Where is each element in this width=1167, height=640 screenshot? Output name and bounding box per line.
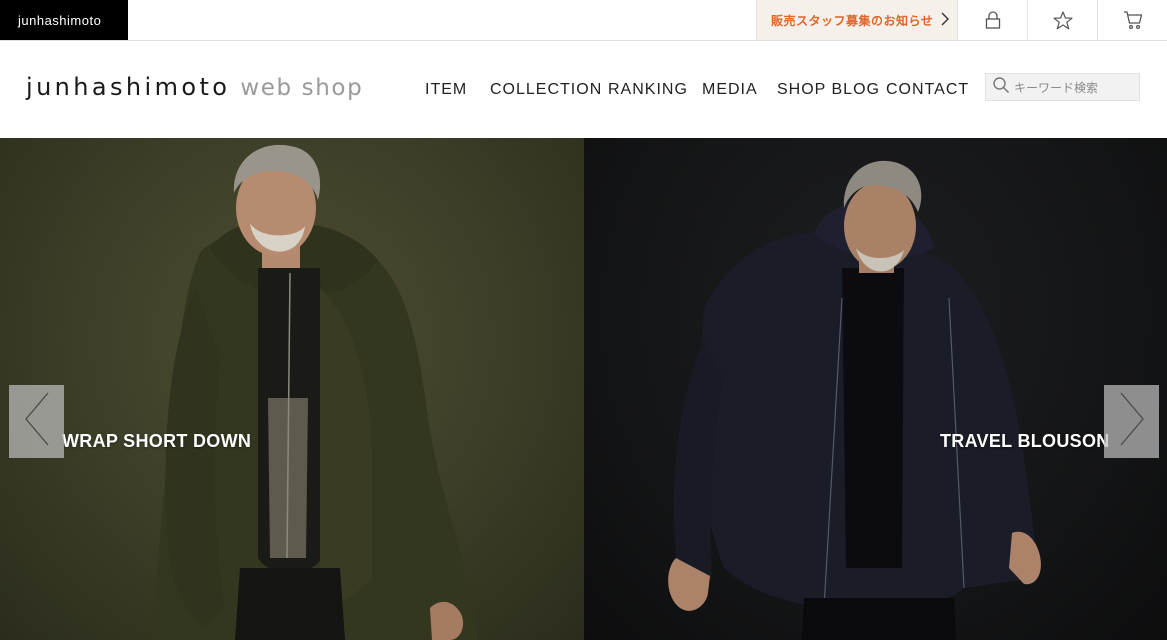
nav-item-media[interactable]: MEDIA — [702, 81, 758, 99]
hero-slide-title: TRAVEL BLOUSON — [940, 431, 1110, 451]
chevron-right-icon — [941, 12, 949, 29]
cart-icon — [1123, 10, 1143, 30]
star-icon — [1052, 10, 1073, 30]
nav-item-ranking[interactable]: RANKING — [608, 81, 688, 99]
model-photo-olive — [150, 144, 478, 640]
nav-item-collection[interactable]: COLLECTION — [490, 81, 602, 99]
search-icon — [992, 76, 1010, 99]
brand-tab-label: junhashimoto — [18, 12, 102, 28]
hero-slide-travel-blouson[interactable]: TRAVEL BLOUSON — [584, 138, 1167, 640]
recruit-notice-link[interactable]: 販売スタッフ募集のお知らせ — [756, 0, 957, 40]
cart-button[interactable] — [1097, 0, 1167, 40]
lock-icon — [985, 11, 1001, 29]
search-input[interactable]: キーワード検索 — [985, 73, 1140, 101]
favorites-button[interactable] — [1027, 0, 1097, 40]
nav-item-contact[interactable]: CONTACT — [886, 81, 969, 99]
chevron-left-icon — [23, 391, 51, 452]
carousel-next-button[interactable] — [1104, 385, 1159, 458]
nav-item-item[interactable]: ITEM — [425, 81, 467, 99]
hero-carousel: WRAP SHORT DOWN TRAVEL BLOUSON — [0, 138, 1167, 640]
carousel-prev-button[interactable] — [9, 385, 64, 458]
hero-slide-title: WRAP SHORT DOWN — [62, 431, 252, 451]
chevron-right-icon — [1118, 391, 1146, 452]
nav-item-shop-blog[interactable]: SHOP BLOG — [777, 81, 880, 99]
model-photo-navy — [668, 160, 1041, 640]
search-placeholder: キーワード検索 — [1014, 80, 1099, 95]
recruit-notice-label: 販売スタッフ募集のお知らせ — [771, 13, 934, 28]
hero-slide-wrap-short-down[interactable]: WRAP SHORT DOWN — [0, 138, 584, 640]
brand-tab[interactable]: junhashimoto — [0, 0, 128, 40]
site-header: junhashimoto web shop ITEM COLLECTION RAN… — [0, 41, 1167, 138]
top-utility-bar: junhashimoto 販売スタッフ募集のお知らせ — [0, 0, 1167, 41]
login-button[interactable] — [957, 0, 1027, 40]
